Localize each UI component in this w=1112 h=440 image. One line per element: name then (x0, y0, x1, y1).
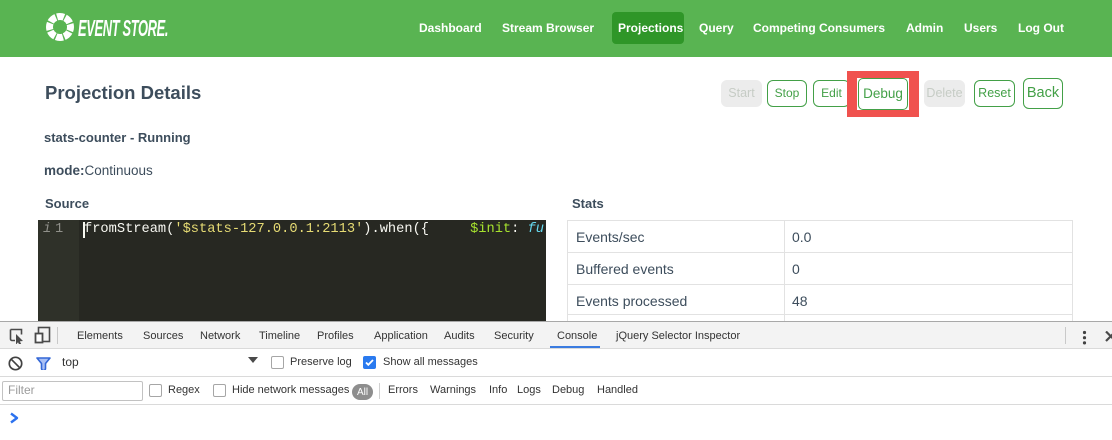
svg-text:EVENT STORE.: EVENT STORE. (78, 15, 168, 41)
